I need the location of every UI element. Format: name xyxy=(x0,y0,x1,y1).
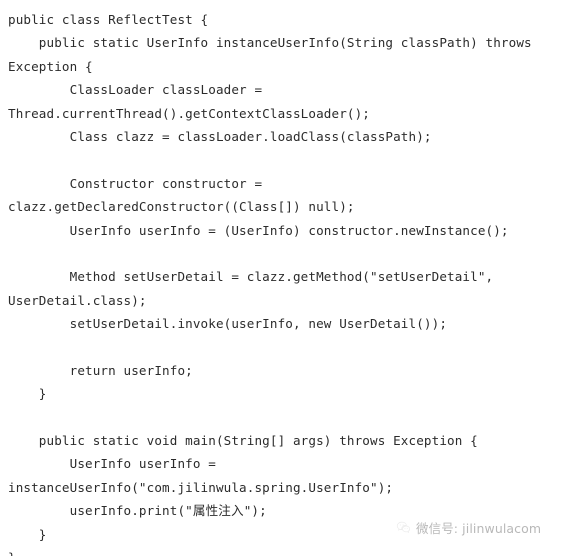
code-line: ClassLoader classLoader = xyxy=(8,82,263,98)
code-line: userInfo.print("属性注入"); xyxy=(8,503,267,519)
code-line: } xyxy=(8,386,47,402)
code-line: public class ReflectTest { xyxy=(8,12,209,27)
code-line: instanceUserInfo("com.jilinwula.spring.U… xyxy=(8,479,394,495)
code-line: setUserDetail.invoke(userInfo, new UserD… xyxy=(8,316,448,332)
code-line: } xyxy=(0,546,562,556)
code-line: return userInfo; xyxy=(8,362,193,378)
code-line: UserDetail.class); xyxy=(8,292,147,308)
code-line: Class clazz = classLoader.loadClass(clas… xyxy=(8,128,432,144)
code-line: Thread.currentThread().getContextClassLo… xyxy=(8,105,370,121)
code-line: UserInfo userInfo = xyxy=(8,456,216,472)
code-line: clazz.getDeclaredConstructor((Class[]) n… xyxy=(8,199,355,215)
code-line: Exception { xyxy=(8,58,93,74)
code-screenshot: public class ReflectTest { public static… xyxy=(0,0,562,556)
code-line: Constructor constructor = xyxy=(8,175,263,191)
code-line: public static UserInfo instanceUserInfo(… xyxy=(8,35,532,51)
code-line: public static void main(String[] args) t… xyxy=(8,433,478,449)
code-line: Method setUserDetail = clazz.getMethod("… xyxy=(8,269,494,285)
code-line: UserInfo userInfo = (UserInfo) construct… xyxy=(8,222,509,238)
code-line: } xyxy=(8,526,47,542)
code-block: public class ReflectTest { public static… xyxy=(0,0,562,556)
